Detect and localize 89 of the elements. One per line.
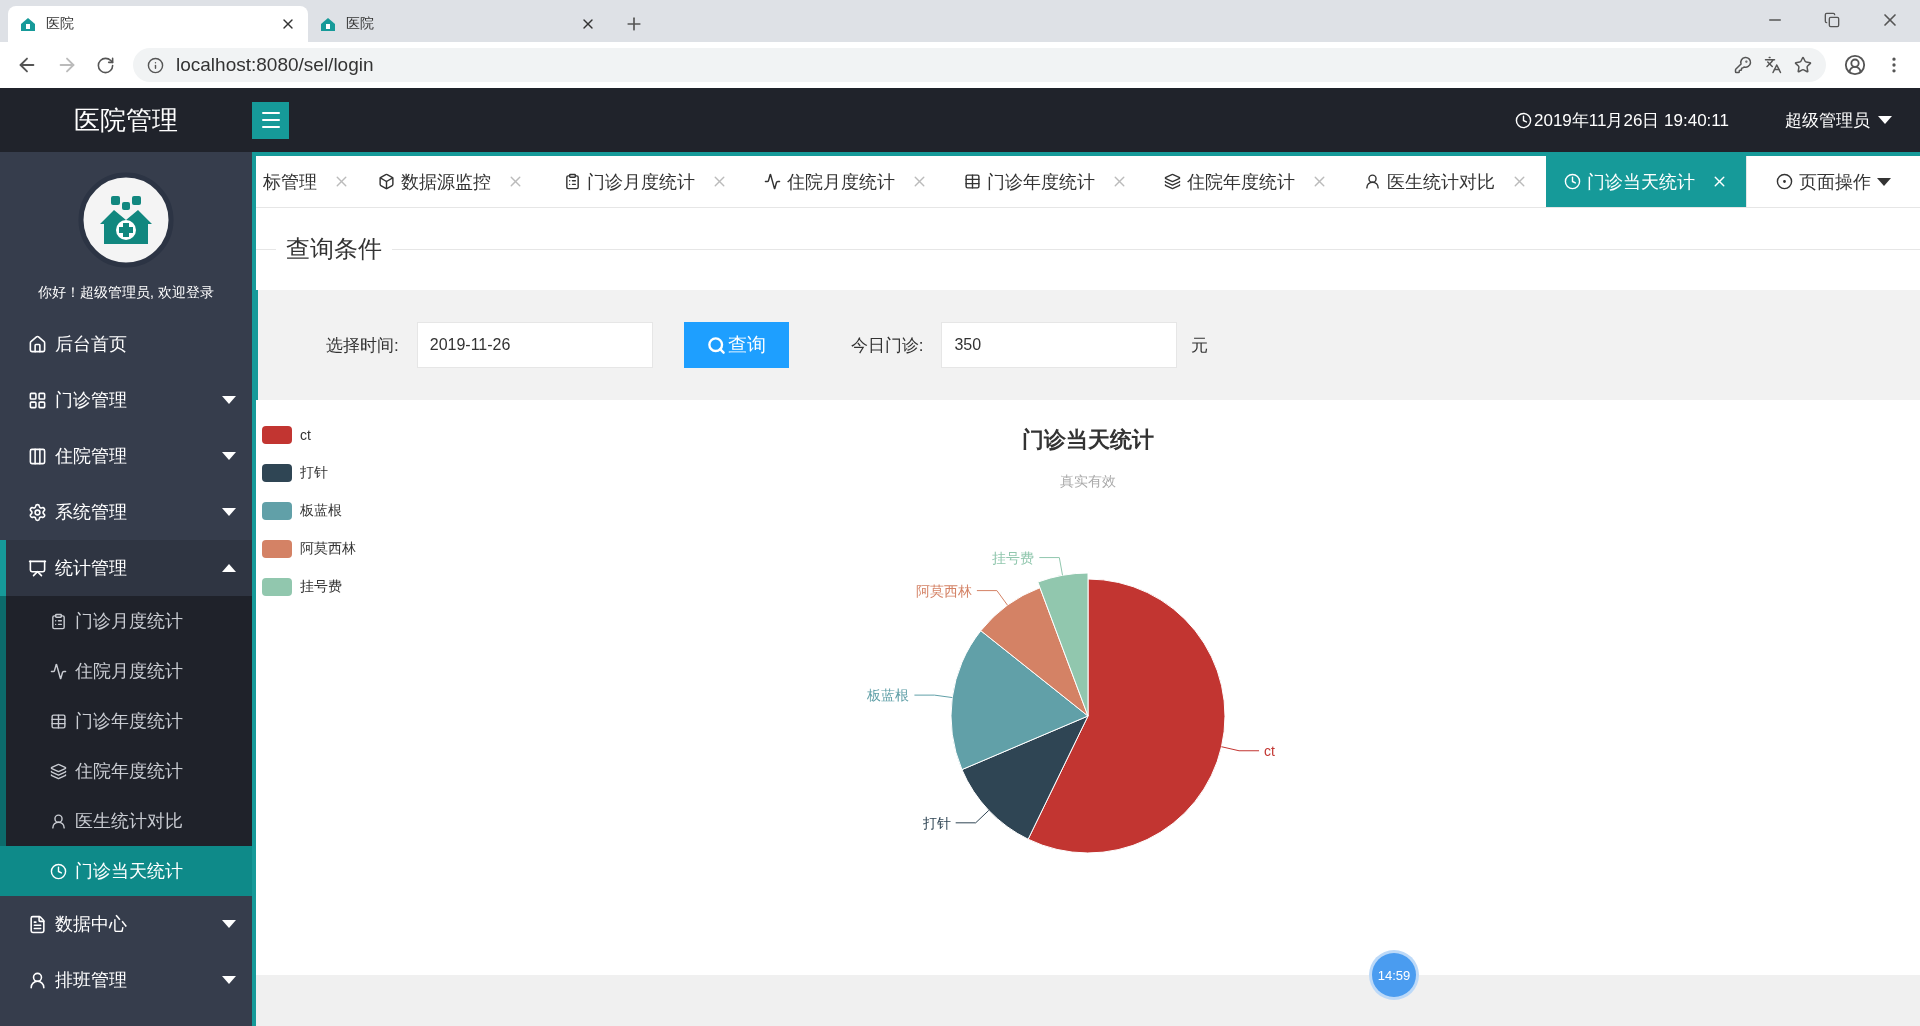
menu-item-icon <box>28 970 47 990</box>
tab-icon <box>378 173 395 190</box>
menu-item-icon <box>28 558 47 578</box>
page-operations-menu[interactable]: 页面操作 <box>1746 156 1920 207</box>
leader-line <box>1221 746 1260 752</box>
slice-label: 阿莫西林 <box>915 582 972 599</box>
address-bar[interactable]: localhost:8080/sel/login <box>133 48 1826 82</box>
leader-line <box>1038 557 1064 576</box>
tab-icon <box>1564 173 1581 190</box>
submenu-icon <box>50 662 67 680</box>
tab-icon <box>1364 173 1381 190</box>
submenu-item[interactable]: 住院年度统计 <box>6 746 252 796</box>
menu-item-icon <box>28 914 47 934</box>
header-datetime: 2019年11月26日 19:40:11 <box>1534 109 1729 132</box>
tab-icon <box>564 173 581 190</box>
submenu-item[interactable]: 住院月度统计 <box>6 646 252 696</box>
submenu-icon <box>50 612 67 630</box>
submenu-icon <box>50 862 67 880</box>
submenu-icon <box>50 762 67 780</box>
sidebar-item[interactable]: 住院管理 <box>0 428 252 484</box>
caret-down-icon <box>222 508 236 516</box>
amount-field[interactable]: 350 <box>941 322 1178 368</box>
sidebar-item[interactable]: 系统管理 <box>0 484 252 540</box>
user-menu[interactable]: 超级管理员 <box>1785 108 1892 132</box>
sidebar-item[interactable]: 统计管理 <box>0 540 252 596</box>
submenu-item[interactable]: 门诊年度统计 <box>6 696 252 746</box>
submenu-item[interactable]: 门诊当天统计 <box>0 846 252 896</box>
slice-label: 挂号费 <box>992 549 1035 566</box>
tab-icon <box>964 173 981 190</box>
leader-line <box>913 694 953 699</box>
clock-icon <box>1515 111 1532 129</box>
restore-icon[interactable] <box>1824 12 1840 28</box>
submenu-icon <box>50 812 67 830</box>
section-title: 查询条件 <box>286 234 382 264</box>
caret-down-icon <box>222 976 236 984</box>
submenu-item[interactable]: 门诊月度统计 <box>6 596 252 646</box>
caret-down-icon <box>222 452 236 460</box>
menu-item-icon <box>28 390 47 410</box>
submenu-item[interactable]: 医生统计对比 <box>6 796 252 846</box>
star-icon[interactable] <box>1794 56 1812 74</box>
caret-down-icon <box>222 396 236 404</box>
hospital-icon <box>320 16 336 32</box>
info-icon[interactable] <box>147 56 164 74</box>
browser-tab[interactable]: 医院 <box>308 6 608 42</box>
key-icon[interactable] <box>1734 56 1752 74</box>
sidebar-item[interactable]: 排班管理 <box>0 952 252 1008</box>
chart-subtitle: 真实有效 <box>1060 473 1116 491</box>
hospital-icon <box>20 16 36 32</box>
legend-item[interactable]: 挂号费 <box>262 578 738 596</box>
slice-label: 板蓝根 <box>867 687 910 704</box>
timer-badge: 14:59 <box>1372 953 1416 997</box>
translate-icon[interactable] <box>1764 56 1782 74</box>
tab-icon <box>1164 173 1181 190</box>
search-icon <box>706 335 726 355</box>
submenu-icon <box>50 712 67 730</box>
date-field[interactable]: 2019-11-26 <box>416 322 653 368</box>
caret-down-icon <box>1877 177 1891 186</box>
menu-toggle-button[interactable] <box>252 101 289 139</box>
leader-line <box>955 809 990 824</box>
sidebar-item[interactable]: 后台首页 <box>0 316 252 372</box>
menu-item-icon <box>28 446 47 466</box>
slice-label: 打针 <box>922 814 951 831</box>
greeting-text: 你好！超级管理员, 欢迎登录 <box>38 284 214 302</box>
target-icon <box>1776 173 1793 190</box>
chart-title: 门诊当天统计 <box>1022 426 1154 454</box>
tab-title: 医院 <box>346 15 374 33</box>
tab-title: 医院 <box>46 15 74 33</box>
legend-item[interactable]: ct <box>262 426 738 444</box>
sidebar-item[interactable]: 数据中心 <box>0 896 252 952</box>
tab-icon <box>764 173 781 190</box>
profile-icon[interactable] <box>1844 54 1866 76</box>
caret-up-icon <box>222 564 236 572</box>
sidebar-item[interactable]: 门诊管理 <box>0 372 252 428</box>
legend-item[interactable]: 阿莫西林 <box>262 540 738 558</box>
caret-down-icon <box>222 920 236 928</box>
caret-down-icon <box>1878 116 1892 124</box>
reload-icon[interactable] <box>96 55 115 75</box>
legend-item[interactable]: 板蓝根 <box>262 502 738 520</box>
unit-label: 元 <box>1191 334 1209 357</box>
leader-line <box>976 590 1008 606</box>
url-text: localhost:8080/sel/login <box>176 54 374 76</box>
field-label: 今日门诊: <box>850 334 924 357</box>
app-brand: 医院管理 <box>73 103 179 137</box>
legend-item[interactable]: 打针 <box>262 464 738 482</box>
menu-item-icon <box>28 502 47 522</box>
field-label: 选择时间: <box>326 334 399 357</box>
menu-item-icon <box>28 334 47 354</box>
browser-tab[interactable]: 医院 <box>8 6 308 42</box>
slice-label: ct <box>1264 742 1275 759</box>
